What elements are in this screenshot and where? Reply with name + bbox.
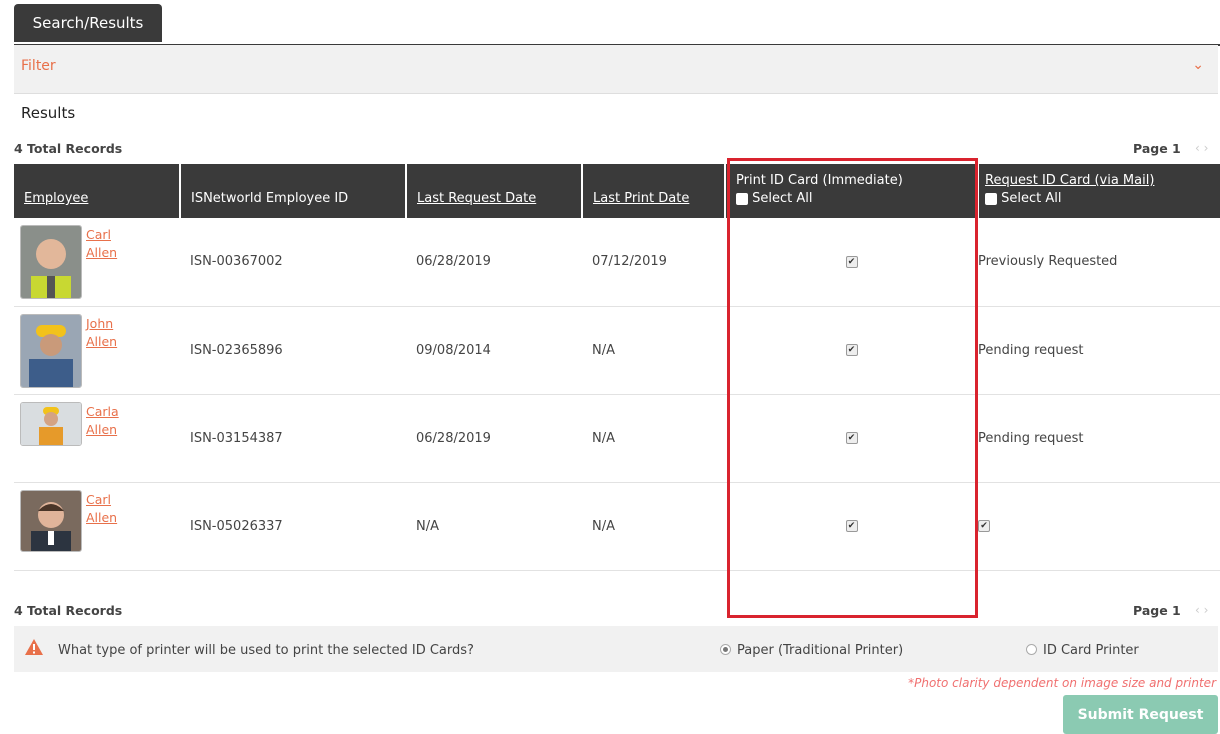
- avatar: [20, 489, 82, 552]
- employee-name-link[interactable]: Carla Allen: [86, 403, 119, 439]
- photo-clarity-note: *Photo clarity dependent on image size a…: [908, 676, 1216, 690]
- employee-cell: Carl Allen: [14, 482, 180, 571]
- tab-search-results[interactable]: Search/Results: [14, 4, 162, 42]
- col-header-last-print[interactable]: Last Print Date: [582, 164, 726, 218]
- print-card-cell: ✔: [725, 218, 978, 307]
- print-card-cell: ✔: [725, 482, 978, 571]
- request-card-header-label[interactable]: Request ID Card (via Mail): [985, 173, 1210, 188]
- request-status-cell: Pending request: [978, 394, 1220, 483]
- table-row: Carl Allen ISN-05026337 N/A N/A ✔ ✔: [14, 482, 1220, 571]
- table-header-row: Employee ISNetworld Employee ID Last Req…: [14, 164, 1220, 218]
- printer-type-bar: What type of printer will be used to pri…: [14, 626, 1218, 672]
- radio-paper-printer[interactable]: Paper (Traditional Printer): [720, 643, 903, 658]
- filter-panel[interactable]: Filter ⌄: [14, 45, 1218, 94]
- employee-name-link[interactable]: John Allen: [86, 315, 117, 351]
- last-print-cell: N/A: [582, 482, 725, 571]
- avatar: [20, 401, 82, 446]
- select-all-print-checkbox[interactable]: [736, 192, 748, 205]
- last-request-cell: 06/28/2019: [406, 394, 582, 483]
- radio-paper-label: Paper (Traditional Printer): [737, 643, 904, 658]
- radio-id-label: ID Card Printer: [1043, 643, 1139, 658]
- table-row: Carl Allen ISN-00367002 06/28/2019 07/12/…: [14, 218, 1220, 307]
- col-header-print-card: Print ID Card (Immediate) Select All: [725, 164, 979, 218]
- results-title: Results: [21, 104, 76, 122]
- last-request-cell: N/A: [406, 482, 582, 571]
- print-card-checkbox[interactable]: ✔: [845, 255, 858, 268]
- print-card-cell: ✔: [725, 394, 978, 483]
- total-records-bottom: 4 Total Records: [14, 603, 123, 618]
- employee-cell: Carla Allen: [14, 394, 180, 483]
- table-row: Carla Allen ISN-03154387 06/28/2019 N/A ✔…: [14, 394, 1220, 483]
- select-all-request-label: Select All: [1001, 191, 1062, 206]
- last-print-cell: 07/12/2019: [582, 218, 725, 307]
- warning-icon: [25, 639, 43, 655]
- radio-selected-icon[interactable]: [720, 644, 731, 655]
- request-card-cell: ✔: [978, 482, 1220, 571]
- isn-id-cell: ISN-00367002: [180, 218, 406, 307]
- printer-question: What type of printer will be used to pri…: [58, 643, 474, 658]
- print-card-checkbox[interactable]: ✔: [845, 520, 858, 532]
- employee-cell: Carl Allen: [14, 218, 180, 307]
- last-print-cell: N/A: [582, 306, 725, 395]
- isn-id-cell: ISN-03154387: [180, 394, 406, 483]
- last-request-cell: 09/08/2014: [406, 306, 582, 395]
- employee-name-link[interactable]: Carl Allen: [86, 491, 117, 527]
- print-card-checkbox[interactable]: ✔: [845, 432, 858, 444]
- page-indicator-bottom: Page 1: [1133, 603, 1181, 618]
- avatar: [20, 313, 82, 388]
- col-header-isn-id: ISNetworld Employee ID: [180, 164, 407, 218]
- page-indicator-top: Page 1: [1133, 141, 1181, 156]
- last-print-cell: N/A: [582, 394, 725, 483]
- select-all-print-label: Select All: [752, 191, 813, 206]
- isn-id-cell: ISN-02365896: [180, 306, 406, 395]
- submit-request-button[interactable]: Submit Request: [1063, 695, 1218, 734]
- radio-id-card-printer[interactable]: ID Card Printer: [1026, 643, 1139, 658]
- chevron-down-icon[interactable]: ⌄: [1192, 57, 1204, 73]
- results-table: Employee ISNetworld Employee ID Last Req…: [14, 164, 1220, 571]
- radio-unselected-icon[interactable]: [1026, 644, 1037, 655]
- employee-name-link[interactable]: Carl Allen: [86, 226, 117, 262]
- print-card-header-label: Print ID Card (Immediate): [736, 173, 903, 188]
- request-status-cell: Pending request: [978, 306, 1220, 395]
- avatar: [20, 225, 82, 299]
- select-all-request-checkbox[interactable]: [985, 192, 997, 205]
- col-header-request-card: Request ID Card (via Mail) Select All: [978, 164, 1220, 218]
- col-header-employee[interactable]: Employee: [14, 164, 181, 218]
- pagination-arrows-icon[interactable]: ‹ ›: [1195, 603, 1208, 617]
- table-row: John Allen ISN-02365896 09/08/2014 N/A ✔ …: [14, 306, 1220, 395]
- request-status-cell: Previously Requested: [978, 218, 1220, 307]
- isn-id-cell: ISN-05026337: [180, 482, 406, 571]
- print-card-cell: ✔: [725, 306, 978, 395]
- print-card-checkbox[interactable]: ✔: [845, 344, 858, 356]
- filter-label[interactable]: Filter: [21, 58, 56, 74]
- last-request-cell: 06/28/2019: [406, 218, 582, 307]
- col-header-last-request[interactable]: Last Request Date: [406, 164, 583, 218]
- total-records-top: 4 Total Records: [14, 141, 123, 156]
- request-card-checkbox[interactable]: ✔: [978, 520, 990, 532]
- tab-bar: Search/Results: [14, 0, 1220, 46]
- pagination-arrows-icon[interactable]: ‹ ›: [1195, 141, 1208, 155]
- employee-cell: John Allen: [14, 306, 180, 395]
